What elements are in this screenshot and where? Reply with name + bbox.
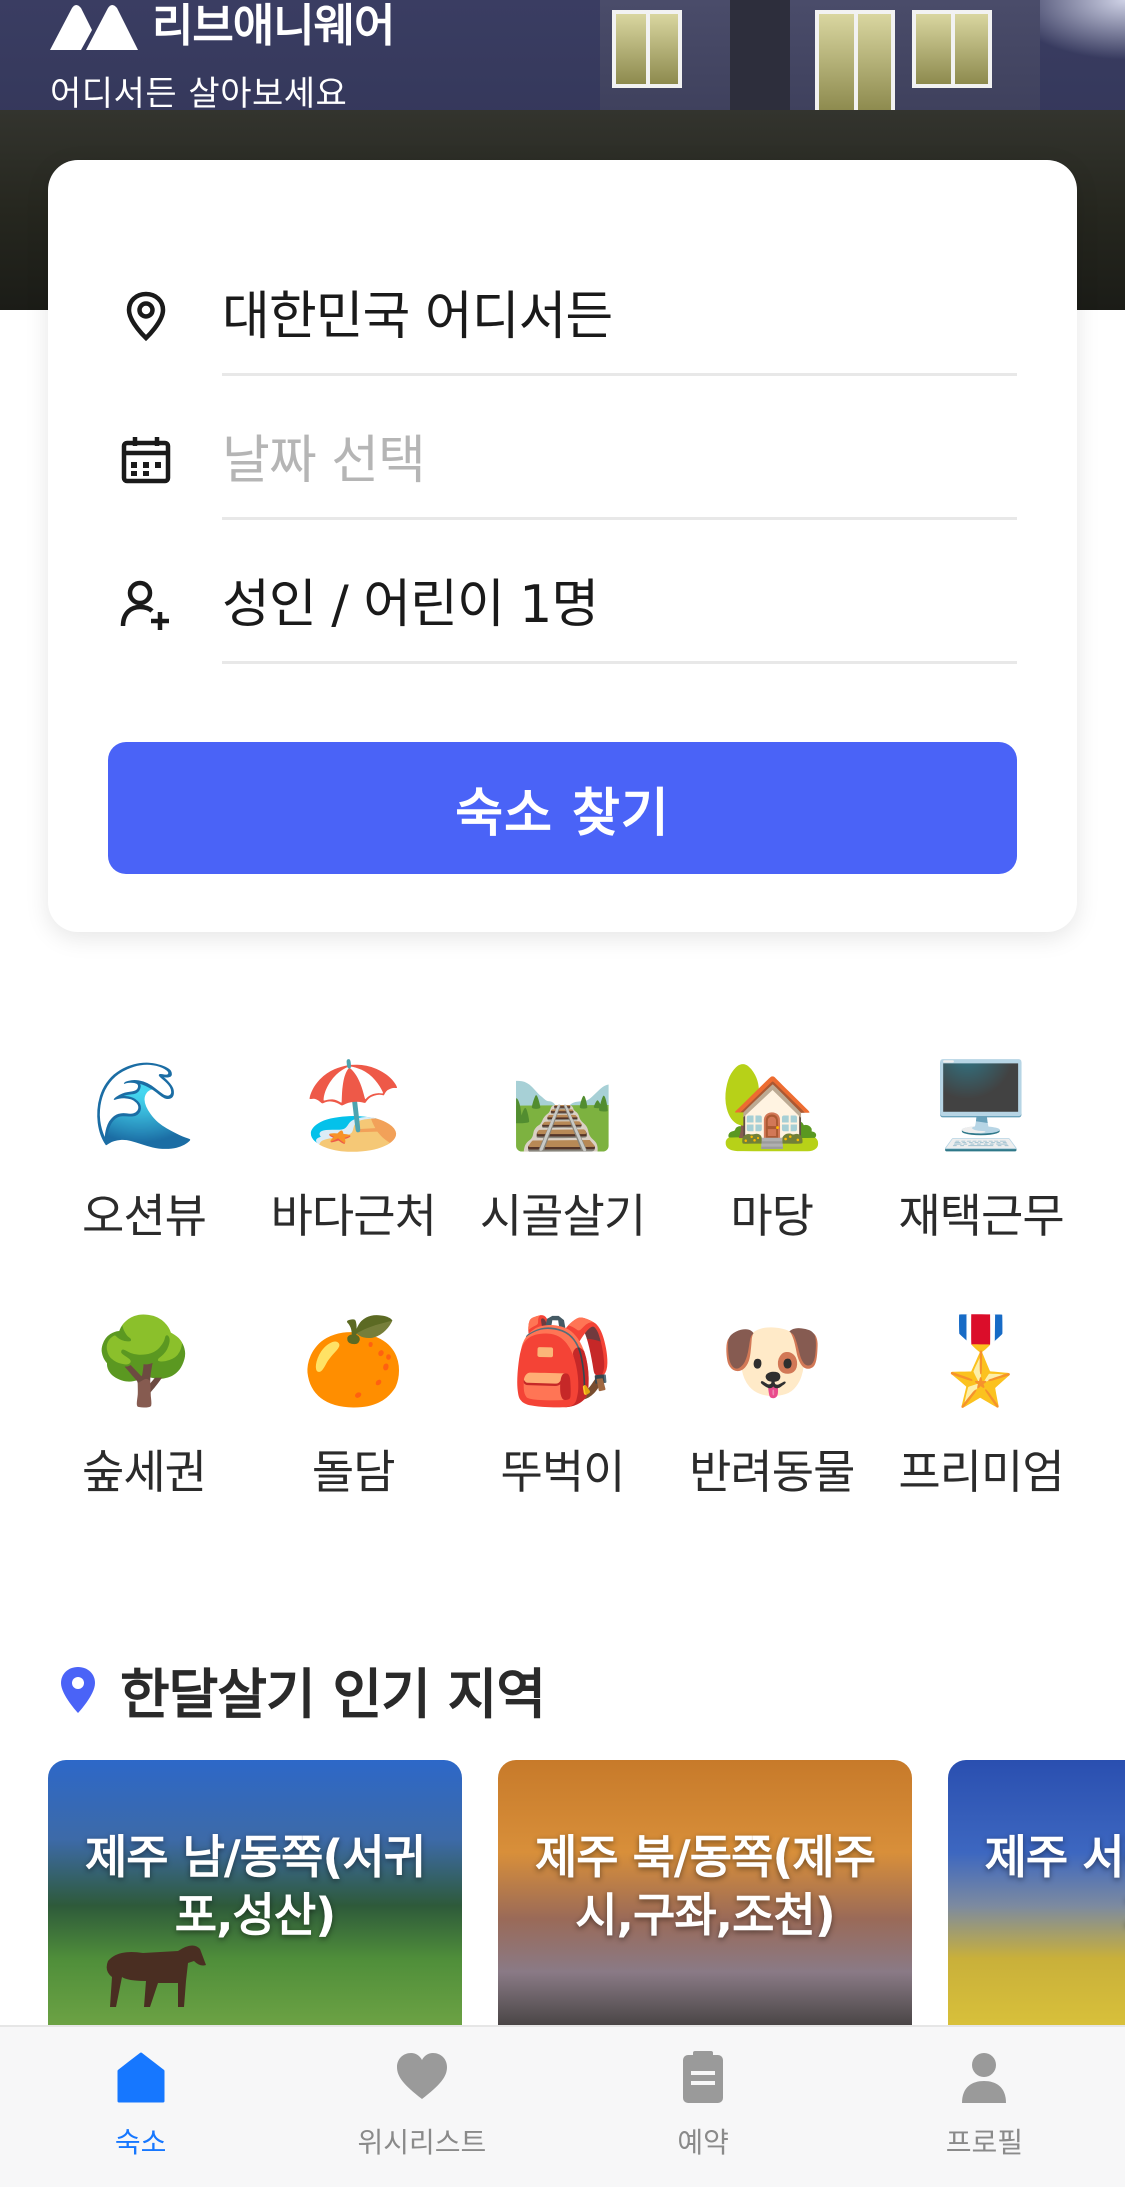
brand-tagline: 어디서든 살아보세요	[50, 74, 348, 114]
brand-name: 리브애니웨어	[152, 0, 395, 52]
region-card-jeju-north-east[interactable]: 제주 북/동쪽(제주시,구좌,조천)	[498, 1760, 912, 2025]
category-grid: 🌊 오션뷰 🏖️ 바다근처 🛤️ 시골살기 🏡 마당 🖥️ 재택근무 🌳 숲세권…	[44, 1050, 1081, 1562]
wave-icon: 🌊	[91, 1056, 197, 1154]
category-walker[interactable]: 🎒 뚜벅이	[463, 1306, 663, 1562]
house-window	[612, 10, 682, 88]
category-remote-work[interactable]: 🖥️ 재택근무	[881, 1050, 1081, 1306]
region-title: 제주 북/동쪽(제주시,구좌,조천)	[534, 1830, 876, 1942]
location-value: 대한민국 어디서든	[222, 287, 613, 347]
category-near-sea[interactable]: 🏖️ 바다근처	[253, 1050, 453, 1306]
region-card-jeju-south-east[interactable]: 제주 남/동쪽(서귀포,성산)	[48, 1760, 462, 2025]
dog-face-icon: 🐶	[719, 1312, 825, 1410]
medal-icon: 🎖️	[928, 1312, 1034, 1410]
nav-item-profile[interactable]: 프로필	[844, 2027, 1125, 2187]
house-chimney	[730, 0, 790, 110]
divider	[222, 661, 1017, 664]
guests-field[interactable]: 성인 / 어린이 1명	[48, 520, 1077, 664]
nav-label: 위시리스트	[357, 2126, 487, 2159]
region-title: 제주 서쪽(한림,협재)	[984, 1830, 1125, 1942]
add-person-icon	[120, 580, 169, 630]
person-icon	[962, 2053, 1007, 2103]
nav-item-wishlist[interactable]: 위시리스트	[281, 2027, 562, 2187]
railway-icon: 🛤️	[510, 1056, 615, 1154]
nav-label: 프로필	[945, 2126, 1024, 2159]
category-label: 뚜벅이	[500, 1445, 626, 1499]
home-icon	[117, 2052, 165, 2103]
calendar-icon	[121, 437, 171, 484]
region-card-jeju-west[interactable]: 제주 서쪽(한림,협재)	[948, 1760, 1125, 2025]
region-carousel[interactable]: 제주 남/동쪽(서귀포,성산) 제주 북/동쪽(제주시,구좌,조천) 제주 서쪽…	[48, 1760, 1125, 2025]
bottom-navigation: 숙소 위시리스트 예약 프로필	[0, 2025, 1125, 2187]
location-pin-icon	[126, 291, 166, 342]
category-premium[interactable]: 🎖️ 프리미엄	[881, 1306, 1081, 1562]
backpack-icon: 🎒	[510, 1312, 615, 1410]
tangerine-icon: 🍊	[300, 1312, 406, 1410]
clipboard-icon	[683, 2051, 724, 2103]
nav-item-home[interactable]: 숙소	[0, 2027, 281, 2187]
category-label: 마당	[730, 1189, 814, 1243]
category-label: 반려동물	[689, 1445, 855, 1499]
category-label: 재택근무	[898, 1189, 1064, 1243]
nav-item-reservations[interactable]: 예약	[563, 2027, 844, 2187]
category-countryside[interactable]: 🛤️ 시골살기	[463, 1050, 663, 1306]
category-label: 숲세권	[82, 1445, 207, 1499]
house-garden-icon: 🏡	[719, 1056, 825, 1154]
category-label: 오션뷰	[82, 1189, 207, 1243]
section-title: 한달살기 인기 지역	[120, 1663, 546, 1726]
heart-icon	[396, 2053, 447, 2099]
date-field[interactable]: 날짜 선택	[48, 376, 1077, 520]
category-label: 돌담	[311, 1445, 396, 1499]
brand-logo-icon	[50, 5, 138, 50]
nav-label: 숙소	[114, 2126, 167, 2159]
search-card: 대한민국 어디서든 날짜 선택 성인 / 어린이 1명 숙소 찾기	[48, 160, 1077, 932]
nav-label: 예약	[677, 2126, 729, 2159]
category-label: 바다근처	[270, 1189, 437, 1243]
desktop-computer-icon: 🖥️	[928, 1056, 1034, 1154]
section-header: 한달살기 인기 지역	[58, 1650, 546, 1729]
category-pets[interactable]: 🐶 반려동물	[672, 1306, 872, 1562]
category-label: 시골살기	[479, 1189, 646, 1243]
category-stone-wall[interactable]: 🍊 돌담	[253, 1306, 453, 1562]
location-field[interactable]: 대한민국 어디서든	[48, 232, 1077, 376]
map-pin-icon	[61, 1666, 95, 1713]
search-button[interactable]: 숙소 찾기	[108, 742, 1017, 874]
category-yard[interactable]: 🏡 마당	[672, 1050, 872, 1306]
category-forest[interactable]: 🌳 숲세권	[44, 1306, 244, 1562]
beach-icon: 🏖️	[300, 1056, 406, 1154]
guests-value: 성인 / 어린이 1명	[222, 575, 599, 635]
region-title: 제주 남/동쪽(서귀포,성산)	[84, 1830, 426, 1942]
category-ocean-view[interactable]: 🌊 오션뷰	[44, 1050, 244, 1306]
tree-icon: 🌳	[91, 1312, 197, 1410]
house-window	[912, 10, 992, 88]
house-window	[815, 10, 895, 115]
date-placeholder: 날짜 선택	[222, 431, 426, 491]
category-label: 프리미엄	[898, 1445, 1064, 1499]
brand: 리브애니웨어	[48, 0, 395, 52]
